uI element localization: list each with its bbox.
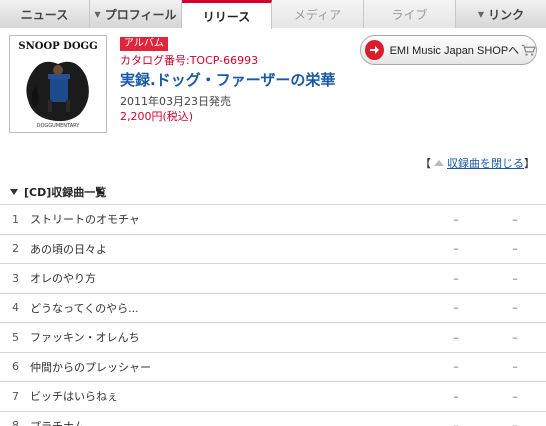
track-name: ビッチはいらねぇ (30, 390, 118, 404)
release-date: 2011年03月23日発売 (120, 95, 231, 108)
track-name: ストリートのオモチャ (30, 213, 140, 227)
track-name: ファッキン・オレんち (30, 331, 140, 345)
track-col-1: – (453, 419, 459, 426)
track-number: 1 (12, 212, 19, 226)
track-row[interactable]: 8 プラチナム – – (0, 412, 546, 426)
track-col-2: – (512, 360, 518, 374)
album-cover-image[interactable]: SNOOP DOGG DOGGUMENTARY (9, 35, 107, 133)
track-row[interactable]: 1 ストリートのオモチャ – – (0, 205, 546, 235)
price: 2,200円(税込) (120, 110, 194, 123)
track-col-2: – (512, 330, 518, 344)
track-number: 3 (12, 271, 19, 285)
track-col-1: – (453, 212, 459, 226)
track-col-1: – (453, 389, 459, 403)
tab-label: リリース (202, 9, 251, 24)
tab-label: ニュース (20, 7, 69, 22)
track-col-1: – (453, 301, 459, 315)
close-tracklist-control: 【 収録曲を閉じる 】 (420, 155, 535, 171)
close-tracklist-link[interactable]: 収録曲を閉じる (447, 155, 524, 171)
track-col-2: – (512, 271, 518, 285)
track-row[interactable]: 2 あの頃の日々よ – – (0, 235, 546, 264)
chevron-down-icon: ▼ (477, 9, 485, 19)
top-nav: ニュース ▼ プロフィール リリース メディア ライブ ▼ リンク (0, 0, 546, 29)
product-title: 実録.ドッグ・ファーザーの栄華 (120, 71, 336, 89)
cover-sub-text: DOGGUMENTARY (37, 123, 81, 129)
tab-label: ライブ (391, 7, 428, 22)
catalog-number: カタログ番号:TOCP-66993 (120, 54, 259, 67)
tab-label: プロフィール (104, 7, 177, 22)
track-col-1: – (453, 360, 459, 374)
track-col-1: – (453, 242, 459, 256)
album-cover-art: SNOOP DOGG DOGGUMENTARY (10, 36, 106, 132)
track-row[interactable]: 3 オレのやり方 – – (0, 264, 546, 294)
track-name: プラチナム (24, 418, 444, 426)
track-number: 5 (12, 330, 19, 344)
bracket-close: 】 (524, 157, 535, 170)
tab-profile[interactable]: ▼ プロフィール (90, 0, 182, 28)
section-title: [CD]収録曲一覧 (24, 186, 107, 199)
track-number: 2 (12, 242, 19, 256)
track-number: 6 (12, 360, 19, 374)
tab-links[interactable]: ▼ リンク (456, 0, 546, 28)
track-col-1: – (453, 330, 459, 344)
tab-news[interactable]: ニュース (0, 0, 90, 28)
track-row[interactable]: 7 ビッチはいらねぇ – – (0, 382, 546, 412)
cover-brand-text: SNOOP DOGG (18, 41, 97, 52)
track-name: どうなってくのやら... (30, 301, 139, 315)
tab-release[interactable]: リリース (182, 0, 272, 29)
track-number: 7 (12, 389, 19, 403)
track-col-2: – (512, 212, 518, 226)
type-badge: アルバム (120, 37, 168, 51)
cart-icon (522, 44, 536, 56)
collapse-up-icon (434, 160, 444, 166)
chevron-down-icon: ▼ (94, 9, 101, 19)
track-name: 仲間からのプレッシャー (30, 360, 151, 374)
bracket-open: 【 (420, 157, 431, 170)
tab-live[interactable]: ライブ (364, 0, 456, 28)
tab-label: リンク (488, 7, 525, 22)
tab-label: メディア (293, 7, 342, 22)
triangle-down-icon (10, 189, 18, 195)
track-col-2: – (512, 242, 518, 256)
emi-shop-button[interactable]: EMI Music Japan SHOPへ (360, 35, 537, 65)
track-col-2: – (512, 389, 518, 403)
track-row[interactable]: 4 どうなってくのやら... – – (0, 294, 546, 323)
track-col-2: – (512, 301, 518, 315)
track-col-2: – (512, 419, 518, 426)
arrow-right-icon (365, 40, 384, 60)
track-col-1: – (453, 271, 459, 285)
track-name: あの頃の日々よ (30, 242, 107, 256)
track-name: オレのやり方 (30, 272, 96, 286)
tracklist: 1 ストリートのオモチャ – – 2 あの頃の日々よ – – 3 オレのやり方 … (0, 204, 546, 426)
track-row[interactable]: 5 ファッキン・オレんち – – (0, 323, 546, 353)
section-heading[interactable]: [CD]収録曲一覧 (9, 184, 537, 200)
track-number: 4 (12, 301, 19, 315)
track-row[interactable]: 6 仲間からのプレッシャー – – (0, 353, 546, 382)
shop-button-label: EMI Music Japan SHOPへ (389, 45, 520, 57)
track-number: 8 (12, 419, 19, 426)
tab-media[interactable]: メディア (272, 0, 364, 28)
